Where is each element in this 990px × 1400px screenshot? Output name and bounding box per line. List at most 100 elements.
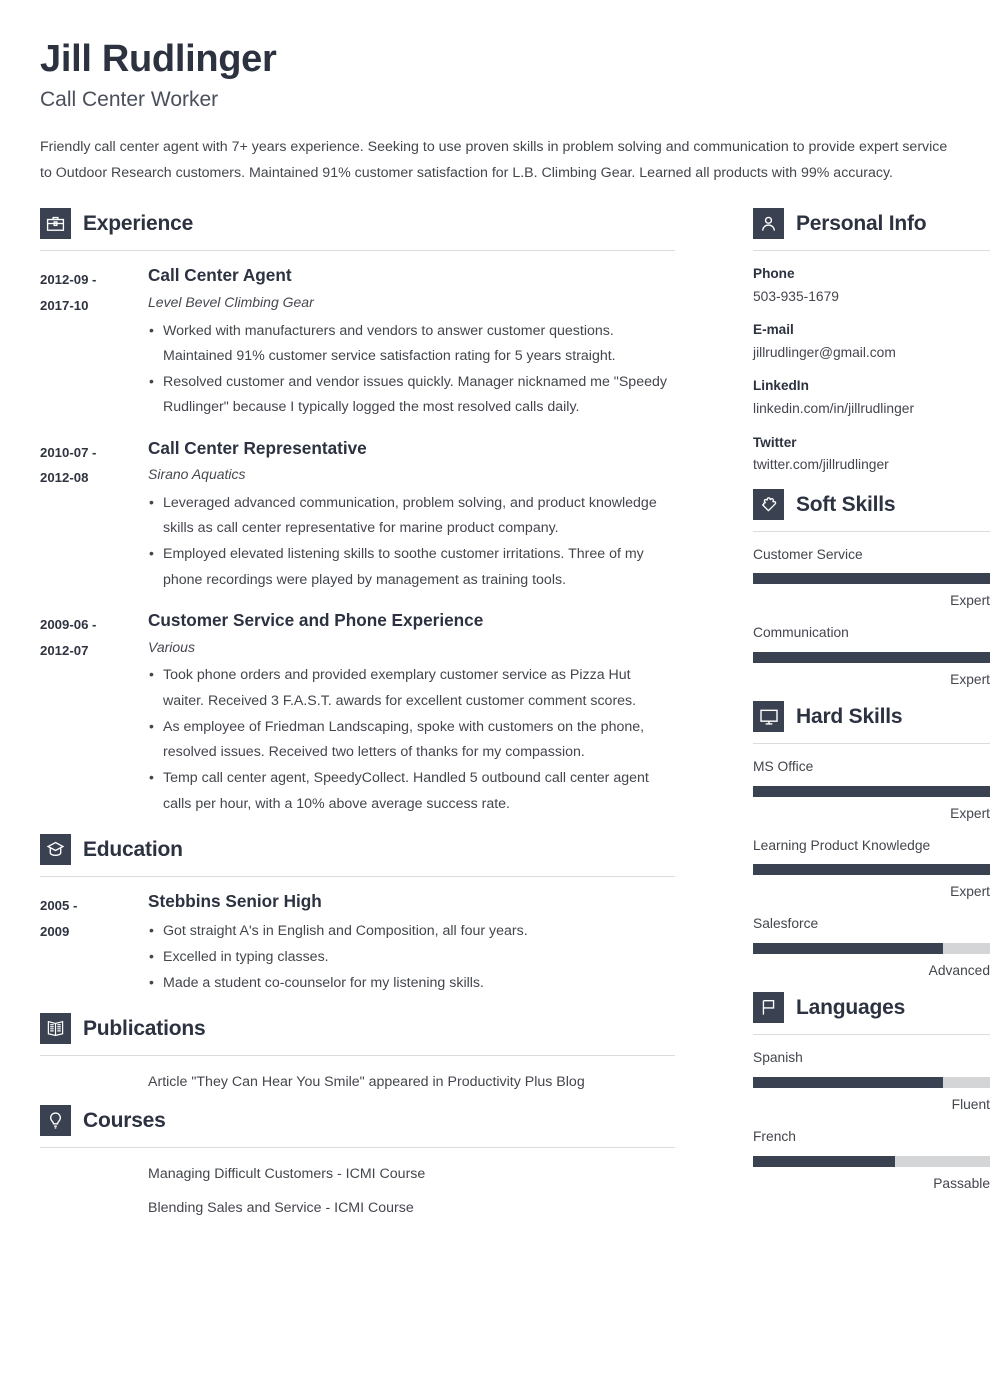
section-header-education: Education — [40, 833, 675, 865]
entry-dates — [40, 1070, 148, 1095]
entry-dates — [40, 1162, 148, 1187]
skill-bar-fill — [753, 864, 990, 876]
language-name: French — [753, 1128, 796, 1144]
entry-body: Stebbins Senior High Got straight A's in… — [148, 891, 675, 997]
section-education: Education 2005 - 2009 Stebbins Senior Hi… — [40, 833, 675, 997]
list-item: Got straight A's in English and Composit… — [148, 918, 675, 944]
skill-level: Expert — [950, 593, 990, 609]
skill-bar — [753, 573, 990, 585]
entry-date-end: 2012-08 — [40, 470, 89, 486]
list-item: Excelled in typing classes. — [148, 944, 675, 970]
entry-title: Customer Service and Phone Experience — [148, 609, 484, 630]
entry-bullet-list: Worked with manufacturers and vendors to… — [148, 318, 675, 421]
section-title-soft-skills: Soft Skills — [796, 492, 896, 516]
section-header-courses: Courses — [40, 1104, 675, 1136]
info-value: 503-935-1679 — [753, 288, 839, 304]
section-title-courses: Courses — [83, 1108, 166, 1132]
open-book-icon — [40, 1013, 71, 1045]
skill-name: Customer Service — [753, 546, 863, 562]
flag-icon — [753, 992, 784, 1024]
resume-header: Jill Rudlinger Call Center Worker Friend… — [40, 30, 950, 186]
section-soft-skills: Soft Skills Customer Service Expert Comm… — [753, 488, 990, 691]
section-hard-skills: Hard Skills MS Office Expert Learning Pr… — [753, 701, 990, 981]
skill-item: Customer Service Expert — [753, 545, 990, 612]
info-label: LinkedIn — [753, 378, 809, 394]
entry-date-start: 2005 - — [40, 897, 78, 913]
section-header-experience: Experience — [40, 208, 675, 240]
skill-bar — [753, 651, 990, 663]
resume-page: Jill Rudlinger Call Center Worker Friend… — [0, 0, 990, 1400]
publication-entry: Article "They Can Hear You Smile" appear… — [40, 1070, 675, 1095]
monitor-icon — [753, 701, 784, 733]
entry-body: Call Center Agent Level Bevel Climbing G… — [148, 265, 675, 421]
section-divider — [753, 530, 990, 532]
entry-title: Stebbins Senior High — [148, 890, 322, 911]
candidate-name: Jill Rudlinger — [40, 38, 277, 80]
course-entry: Blending Sales and Service - ICMI Course — [40, 1196, 675, 1221]
skill-bar-fill — [753, 573, 990, 585]
lightbulb-icon — [40, 1104, 71, 1136]
info-label: E-mail — [753, 322, 794, 338]
skill-bar-fill — [753, 651, 990, 663]
section-header-hard-skills: Hard Skills — [753, 701, 990, 733]
section-divider — [40, 250, 675, 252]
entry-date-start: 2010-07 - — [40, 444, 97, 460]
info-label: Phone — [753, 266, 795, 282]
section-divider — [753, 1034, 990, 1036]
skill-bar-fill — [753, 786, 990, 798]
info-item-twitter: Twitter twitter.com/jillrudlinger — [753, 433, 990, 476]
list-item: Temp call center agent, SpeedyCollect. H… — [148, 765, 675, 817]
info-item-linkedin: LinkedIn linkedin.com/in/jillrudlinger — [753, 376, 990, 419]
professional-summary: Friendly call center agent with 7+ years… — [40, 138, 948, 181]
entry-organization: Sirano Aquatics — [148, 466, 246, 483]
list-item: As employee of Friedman Landscaping, spo… — [148, 714, 675, 766]
section-title-languages: Languages — [796, 996, 906, 1020]
entry-dates: 2005 - 2009 — [40, 891, 148, 997]
section-experience: Experience 2012-09 - 2017-10 Call Center… — [40, 208, 675, 818]
entry-title: Call Center Agent — [148, 265, 292, 286]
resume-body: Experience 2012-09 - 2017-10 Call Center… — [40, 208, 990, 1230]
section-header-soft-skills: Soft Skills — [753, 488, 990, 520]
skill-level: Expert — [950, 671, 990, 687]
section-title-education: Education — [83, 837, 183, 861]
section-courses: Courses Managing Difficult Customers - I… — [40, 1104, 675, 1222]
skill-item: Salesforce Advanced — [753, 914, 990, 981]
list-item: Employed elevated listening skills to so… — [148, 541, 675, 593]
puzzle-heart-icon — [753, 488, 784, 520]
language-bar — [753, 1077, 990, 1089]
section-divider — [40, 1055, 675, 1057]
info-item-phone: Phone 503-935-1679 — [753, 264, 990, 307]
entry-date-end: 2017-10 — [40, 298, 89, 313]
skill-level: Expert — [950, 806, 990, 822]
skill-bar — [753, 864, 990, 876]
skill-name: MS Office — [753, 759, 814, 775]
section-title-hard-skills: Hard Skills — [796, 705, 903, 729]
person-icon — [753, 208, 784, 240]
info-value: linkedin.com/in/jillrudlinger — [753, 400, 915, 416]
entry-title: Call Center Representative — [148, 437, 367, 458]
section-divider — [40, 1146, 675, 1148]
language-level: Passable — [933, 1175, 990, 1191]
experience-entry: 2009-06 - 2012-07 Customer Service and P… — [40, 610, 675, 818]
skill-bar — [753, 786, 990, 798]
entry-dates: 2010-07 - 2012-08 — [40, 438, 148, 594]
entry-organization: Various — [148, 638, 195, 655]
entry-body: Customer Service and Phone Experience Va… — [148, 610, 675, 818]
language-name: Spanish — [753, 1050, 803, 1066]
entry-dates: 2012-09 - 2017-10 — [40, 265, 148, 421]
section-divider — [40, 875, 675, 877]
list-item: Took phone orders and provided exemplary… — [148, 662, 675, 714]
section-title-publications: Publications — [83, 1017, 206, 1041]
entry-body: Call Center Representative Sirano Aquati… — [148, 438, 675, 594]
entry-bullet-list: Got straight A's in English and Composit… — [148, 918, 675, 997]
skill-level: Advanced — [928, 962, 990, 978]
experience-entry: 2010-07 - 2012-08 Call Center Representa… — [40, 438, 675, 594]
entry-date-start: 2012-09 - — [40, 272, 97, 288]
course-text: Managing Difficult Customers - ICMI Cour… — [148, 1165, 426, 1182]
list-item: Resolved customer and vendor issues quic… — [148, 369, 675, 421]
list-item: Leveraged advanced communication, proble… — [148, 490, 675, 542]
publication-text: Article "They Can Hear You Smile" appear… — [148, 1074, 585, 1091]
skill-item: MS Office Expert — [753, 757, 990, 824]
list-item: Worked with manufacturers and vendors to… — [148, 318, 675, 370]
info-value: twitter.com/jillrudlinger — [753, 456, 889, 472]
